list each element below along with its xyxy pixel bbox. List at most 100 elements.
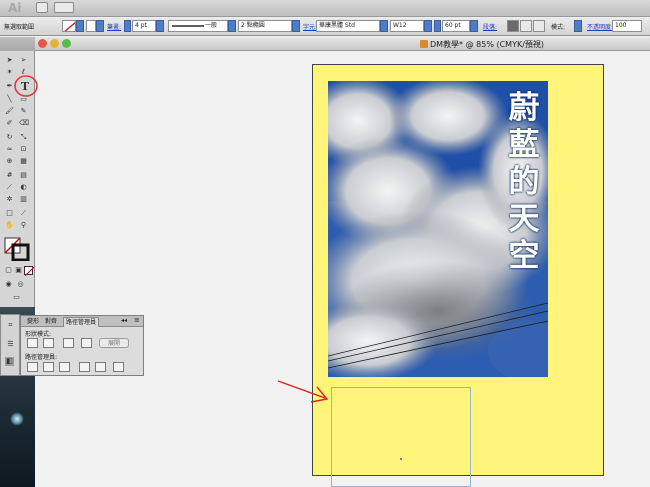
tab-align[interactable]: 對齊 xyxy=(43,317,59,327)
symbol-sprayer-tool-icon[interactable]: ✲ xyxy=(5,195,14,204)
font-size-stepper[interactable] xyxy=(434,20,441,32)
red-arrow-icon xyxy=(277,380,329,403)
blend-mode-label: 模式: xyxy=(551,24,566,31)
stroke-weight-stepper[interactable] xyxy=(124,20,131,32)
gradient-tool-icon[interactable]: ▤ xyxy=(19,171,28,180)
column-graph-tool-icon[interactable]: ▥ xyxy=(19,195,28,204)
fill-swatch[interactable] xyxy=(62,20,76,32)
pencil-tool-icon[interactable]: ✎ xyxy=(19,107,28,116)
font-family-dropdown[interactable] xyxy=(380,20,388,32)
rectangle-tool-icon[interactable]: ▭ xyxy=(19,95,28,104)
close-window-button[interactable] xyxy=(38,39,47,48)
free-transform-tool-icon[interactable]: ⊡ xyxy=(19,145,28,154)
align-center-button[interactable] xyxy=(520,20,532,32)
blend-mode-dropdown[interactable] xyxy=(574,20,582,32)
document-title-text: DM教學* @ 85% (CMYK/預視) xyxy=(430,40,545,49)
rotate-tool-icon[interactable]: ↻ xyxy=(5,133,14,142)
fill-dropdown-arrow[interactable] xyxy=(76,20,84,32)
panel-tab-bar: 變形 對齊 路徑管理員 ◂◂ ≡ xyxy=(21,316,143,327)
font-style-dropdown[interactable] xyxy=(424,20,432,32)
intersect-button[interactable] xyxy=(63,338,74,348)
line-tool-icon[interactable]: ╲ xyxy=(5,95,14,104)
light-glow xyxy=(10,412,24,426)
stroke-line-icon xyxy=(172,25,204,27)
document-title: DM教學* @ 85% (CMYK/預視) xyxy=(420,39,544,50)
frame-center-point xyxy=(400,458,402,460)
align-right-button[interactable] xyxy=(533,20,545,32)
eraser-tool-icon[interactable]: ⌫ xyxy=(19,119,29,128)
tools-panel: ➤ ➢ ✶ ℓ ✒ T ╲ ▭ 🖌 ✎ ✐ ⌫ ↻ ⤡ ≈ ⊡ ⊕ ▦ # ▤ … xyxy=(0,37,38,307)
expand-button[interactable]: 展開 xyxy=(99,338,129,348)
opacity-label-link[interactable]: 不透明度: xyxy=(587,22,613,31)
stroke-dropdown-arrow[interactable] xyxy=(96,20,104,32)
pathfinder-panel: 變形 對齊 路徑管理員 ◂◂ ≡ 形狀模式: 展開 路徑管理員: xyxy=(20,315,144,376)
draw-normal-icon[interactable]: ◉ xyxy=(4,280,13,289)
application-bar: Ai xyxy=(0,0,650,17)
none-mode-icon[interactable] xyxy=(24,266,35,277)
stroke-profile-dropdown[interactable] xyxy=(228,20,236,32)
pathfinders-label: 路徑管理員: xyxy=(25,354,58,361)
font-family-select[interactable]: 華康黑體 Std xyxy=(316,20,380,32)
tab-pathfinder[interactable]: 路徑管理員 xyxy=(63,317,100,327)
no-fill-icon xyxy=(64,22,75,31)
tab-transform[interactable]: 變形 xyxy=(25,317,41,327)
selection-tool-icon[interactable]: ➤ xyxy=(5,56,14,65)
workspace-switcher-button[interactable] xyxy=(54,2,74,13)
hand-tool-icon[interactable]: ✋ xyxy=(5,221,14,230)
panel-menu-icon[interactable]: ≡ xyxy=(134,316,140,324)
text-frame-outline[interactable] xyxy=(331,387,471,487)
divide-button[interactable] xyxy=(27,362,38,372)
vertical-title-text[interactable]: 蔚藍的天空 xyxy=(500,90,548,275)
stroke-weight-dropdown[interactable] xyxy=(156,20,164,32)
brush-select[interactable]: 2 點橢圓 xyxy=(238,20,292,32)
zoom-window-button[interactable] xyxy=(62,39,71,48)
merge-button[interactable] xyxy=(59,362,70,372)
unite-button[interactable] xyxy=(27,338,38,348)
font-size-field[interactable]: 60 pt xyxy=(442,20,470,32)
outline-button[interactable] xyxy=(95,362,106,372)
shape-builder-tool-icon[interactable]: ⊕ xyxy=(5,157,14,166)
bridge-button[interactable] xyxy=(36,2,48,13)
eyedropper-tool-icon[interactable]: ⟋ xyxy=(5,183,14,192)
fill-stroke-swatch-icon[interactable] xyxy=(4,237,30,261)
panel-collapse-icon[interactable]: ◂◂ xyxy=(121,317,127,324)
character-label-link[interactable]: 字元: xyxy=(303,22,317,31)
gradient-mode-icon[interactable]: ▣ xyxy=(14,266,23,275)
exclude-button[interactable] xyxy=(81,338,92,348)
screen-mode-icon[interactable]: ▭ xyxy=(12,293,21,302)
mesh-tool-icon[interactable]: # xyxy=(5,171,14,180)
align-left-button[interactable] xyxy=(507,20,519,32)
scale-tool-icon[interactable]: ⤡ xyxy=(19,133,28,142)
stroke-label-link[interactable]: 筆畫: xyxy=(107,22,121,31)
minus-front-button[interactable] xyxy=(43,338,54,348)
zoom-tool-icon[interactable]: ⚲ xyxy=(19,221,28,230)
transform-panel-icon[interactable]: ⌗ xyxy=(6,321,15,330)
tools-panel-header xyxy=(0,37,35,51)
blob-brush-tool-icon[interactable]: ✐ xyxy=(5,119,14,128)
artboard-tool-icon[interactable]: □ xyxy=(5,209,14,218)
color-mode-icon[interactable]: ▢ xyxy=(4,266,13,275)
crop-button[interactable] xyxy=(79,362,90,372)
warp-tool-icon[interactable]: ≈ xyxy=(5,145,14,154)
direct-selection-tool-icon[interactable]: ➢ xyxy=(19,56,28,65)
stroke-profile-select[interactable]: 一般 xyxy=(168,20,228,32)
perspective-grid-tool-icon[interactable]: ▦ xyxy=(19,157,28,166)
shape-modes-label: 形狀模式: xyxy=(25,331,52,338)
align-panel-icon[interactable]: ☰ xyxy=(6,340,15,349)
opacity-field[interactable]: 100 xyxy=(612,20,642,32)
minus-back-button[interactable] xyxy=(113,362,124,372)
blend-tool-icon[interactable]: ◐ xyxy=(19,183,28,192)
slice-tool-icon[interactable]: ⟋ xyxy=(19,209,28,218)
paragraph-label-link[interactable]: 段落: xyxy=(483,22,497,31)
minimize-window-button[interactable] xyxy=(50,39,59,48)
stroke-swatch[interactable] xyxy=(86,20,96,32)
font-size-dropdown[interactable] xyxy=(470,20,478,32)
stroke-weight-field[interactable]: 4 pt xyxy=(132,20,156,32)
draw-behind-icon[interactable]: ◎ xyxy=(16,280,25,289)
trim-button[interactable] xyxy=(43,362,54,372)
font-style-select[interactable]: W12 xyxy=(390,20,424,32)
control-bar: 無選取範圍 筆畫: 4 pt 一般 2 點橢圓 字元: 華康黑體 Std W12… xyxy=(0,17,650,36)
pathfinder-panel-icon[interactable]: ◧ xyxy=(5,357,14,366)
paintbrush-tool-icon[interactable]: 🖌 xyxy=(5,107,14,116)
brush-dropdown[interactable] xyxy=(292,20,300,32)
